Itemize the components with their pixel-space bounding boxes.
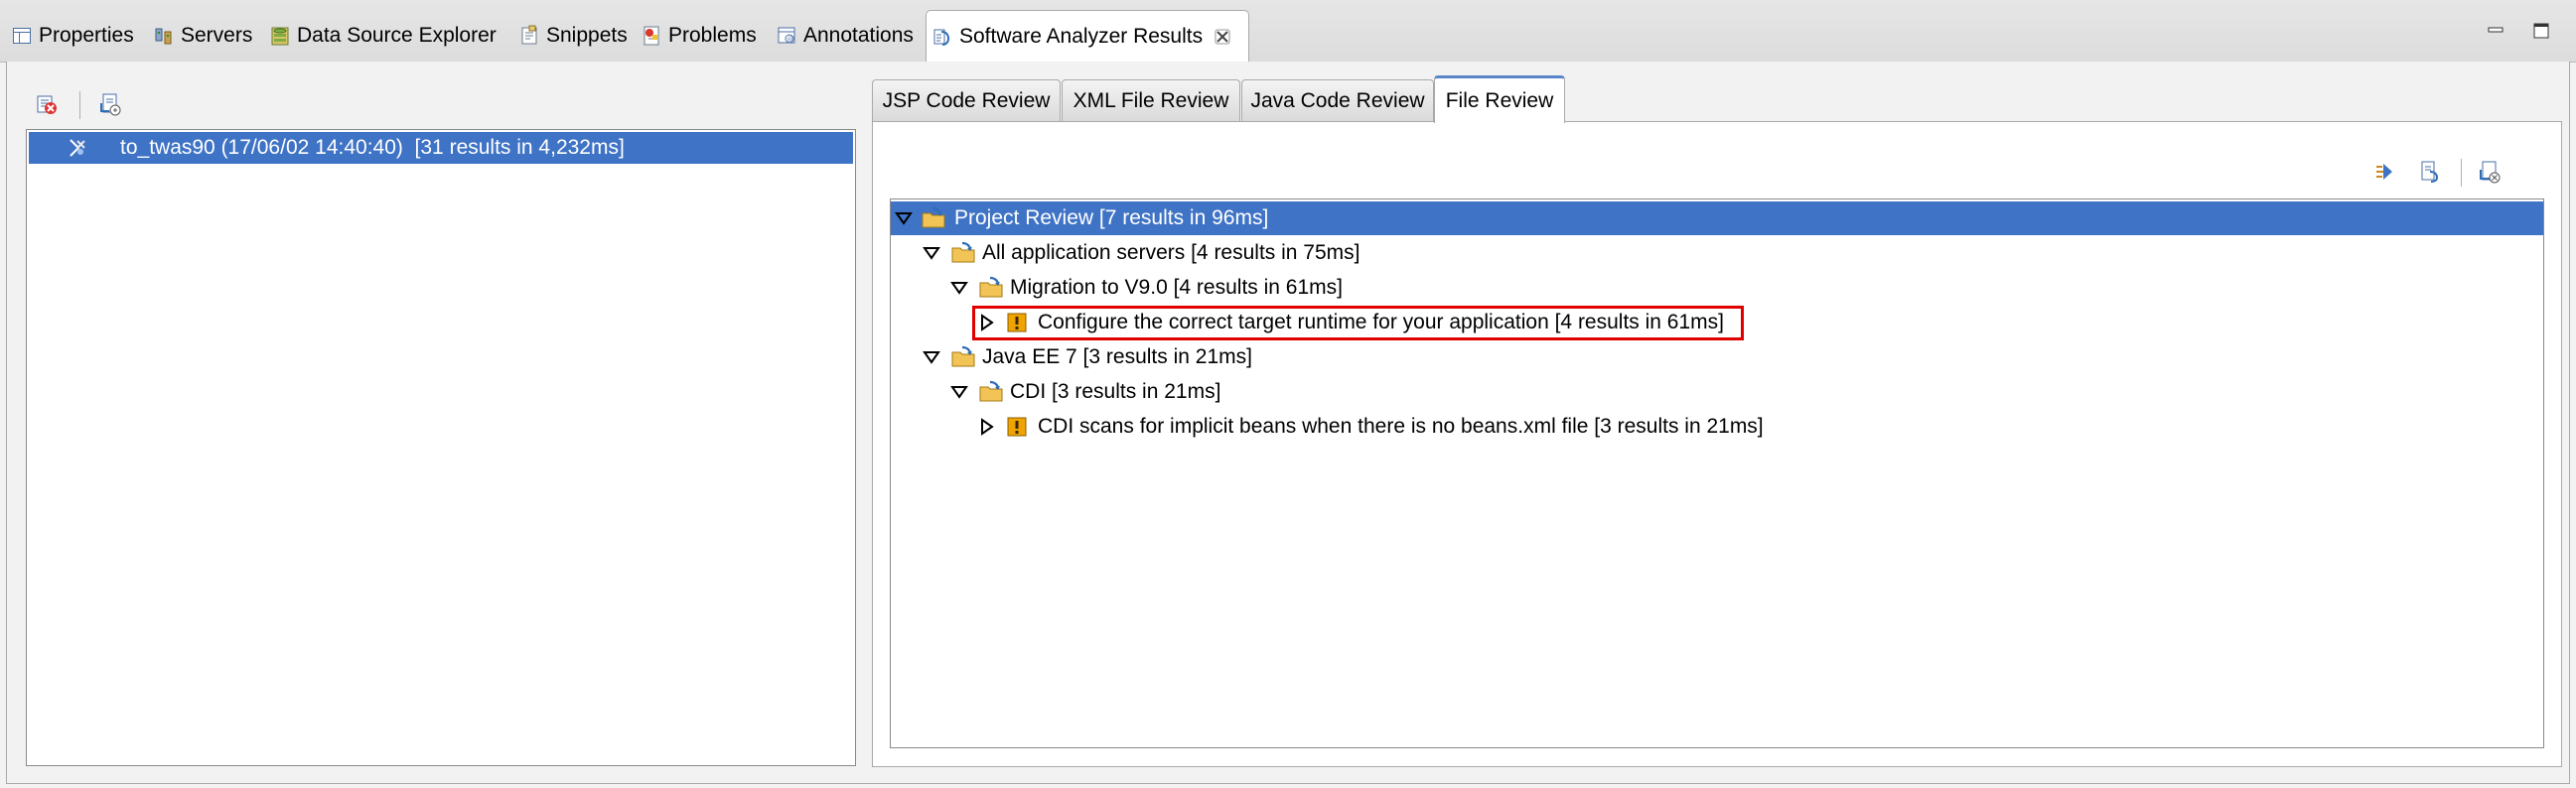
tree-row[interactable]: Java EE 7 [3 results in 21ms] <box>891 340 2543 374</box>
tab-label: Problems <box>668 24 757 47</box>
folder-rule-icon <box>951 345 975 367</box>
tab-label: File Review <box>1445 88 1554 112</box>
tab-label: Snippets <box>546 24 628 47</box>
tab-jsp-code-review[interactable]: JSP Code Review <box>872 79 1061 121</box>
tab-label: Servers <box>181 24 253 47</box>
chevron-down-icon[interactable] <box>950 383 968 401</box>
results-tree[interactable]: Project Review [7 results in 96ms] All a… <box>890 198 2544 748</box>
data-source-icon <box>271 27 289 46</box>
tab-label: Data Source Explorer <box>297 24 497 47</box>
servers-icon <box>155 28 172 45</box>
export-results-icon[interactable] <box>97 91 123 117</box>
maximize-icon[interactable] <box>2531 22 2551 40</box>
list-item-run[interactable]: to_twas90 (17/06/02 14:40:40) [31 result… <box>29 132 853 164</box>
chevron-right-icon[interactable] <box>978 418 996 436</box>
tab-java-code-review[interactable]: Java Code Review <box>1241 79 1434 121</box>
toolbar-separator <box>79 91 80 119</box>
toolbar-separator <box>2461 159 2462 187</box>
tree-label: Project Review [7 results in 96ms] <box>954 206 1269 229</box>
tree-row[interactable]: Project Review [7 results in 96ms] <box>891 201 2543 235</box>
problems-icon <box>644 26 659 46</box>
tree-label: Java EE 7 [3 results in 21ms] <box>982 345 1252 368</box>
run-result-icon <box>70 139 85 157</box>
tab-servers[interactable]: Servers <box>154 14 252 58</box>
close-icon[interactable] <box>1215 29 1230 45</box>
chevron-down-icon[interactable] <box>950 279 968 297</box>
tab-software-analyzer-results[interactable]: Software Analyzer Results <box>926 10 1249 62</box>
tab-label: Properties <box>39 24 134 47</box>
tree-label: Migration to V9.0 [4 results in 61ms] <box>1010 276 1343 299</box>
quick-fix-icon[interactable] <box>2373 159 2399 185</box>
highlight-box <box>972 306 1744 340</box>
results-history-list[interactable]: to_twas90 (17/06/02 14:40:40) [31 result… <box>26 129 856 766</box>
folder-rule-icon <box>951 241 975 263</box>
tree-row[interactable]: Migration to V9.0 [4 results in 61ms] <box>891 271 2543 305</box>
tree-row[interactable]: CDI scans for implicit beans when there … <box>891 410 2543 444</box>
annotations-icon: @ <box>778 27 795 44</box>
chevron-down-icon[interactable] <box>923 244 940 262</box>
svg-text:@: @ <box>787 36 794 44</box>
tab-label: JSP Code Review <box>882 88 1051 112</box>
tab-data-source-explorer[interactable]: Data Source Explorer <box>270 14 497 58</box>
tab-xml-file-review[interactable]: XML File Review <box>1062 79 1240 121</box>
tab-label: Java Code Review <box>1250 88 1425 112</box>
tree-row[interactable]: CDI [3 results in 21ms] <box>891 375 2543 409</box>
tab-file-review[interactable]: File Review <box>1434 75 1565 123</box>
tree-row[interactable]: All application servers [4 results in 75… <box>891 236 2543 270</box>
folder-rule-icon <box>979 380 1003 402</box>
analyzer-icon <box>933 29 950 46</box>
chevron-down-icon[interactable] <box>923 348 940 366</box>
tree-label: CDI [3 results in 21ms] <box>1010 380 1221 403</box>
generate-report-icon[interactable] <box>2417 159 2443 185</box>
properties-icon <box>13 28 31 44</box>
chevron-down-icon[interactable] <box>895 209 913 227</box>
tree-label: All application servers [4 results in 75… <box>982 241 1360 264</box>
tab-snippets[interactable]: Snippets <box>519 14 628 58</box>
tab-properties[interactable]: Properties <box>12 14 134 58</box>
tree-label: CDI scans for implicit beans when there … <box>1038 415 1764 438</box>
tab-label: XML File Review <box>1073 88 1229 112</box>
warning-icon <box>1007 417 1027 437</box>
delete-results-icon[interactable] <box>34 91 60 117</box>
tab-annotations[interactable]: @ Annotations <box>777 14 914 58</box>
snippets-icon <box>521 25 537 45</box>
tab-label: Annotations <box>803 24 914 47</box>
tab-problems[interactable]: Problems <box>642 14 757 58</box>
export-icon[interactable] <box>2477 159 2503 185</box>
view-tab-bar: Properties Servers Data Source Explorer … <box>0 0 2576 63</box>
tab-label: Software Analyzer Results <box>959 24 1204 48</box>
folder-rule-icon <box>922 206 945 228</box>
minimize-icon[interactable] <box>2486 22 2505 40</box>
folder-rule-icon <box>979 276 1003 298</box>
run-label: to_twas90 (17/06/02 14:40:40) [31 result… <box>120 136 625 159</box>
